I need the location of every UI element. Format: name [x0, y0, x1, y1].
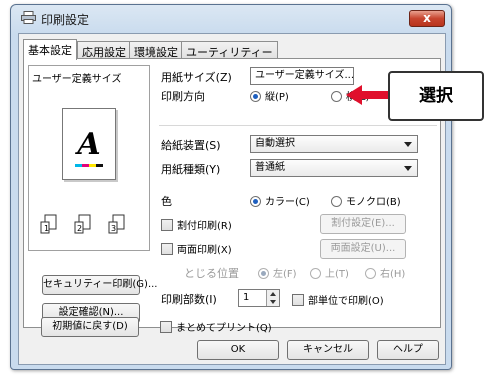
media-type-value: 普通紙	[255, 162, 285, 173]
stepper-arrows[interactable]	[266, 290, 279, 306]
title-bar: 印刷設定 x	[11, 5, 451, 31]
color-label: 色	[161, 195, 172, 208]
checkbox-box	[161, 219, 173, 231]
paper-source-select[interactable]: 自動選択	[250, 135, 418, 153]
chevron-down-icon	[404, 166, 412, 171]
chevron-down-icon	[404, 142, 412, 147]
split-settings-button[interactable]: 割付設定(E)...	[320, 214, 406, 234]
copy-page-3-icon: 3	[108, 214, 125, 234]
svg-text:3: 3	[111, 224, 116, 233]
paper-source-value: 自動選択	[255, 138, 295, 149]
binding-right-label: 右(H)	[380, 269, 406, 280]
orientation-portrait-radio[interactable]: 縦(P)	[250, 88, 289, 103]
copies-stepper[interactable]: 1	[238, 289, 280, 307]
section-divider	[159, 125, 437, 126]
radio-dot	[250, 196, 261, 207]
bulk-print-label: まとめてプリント(Q)	[176, 323, 272, 334]
binding-top-label: 上(T)	[325, 269, 349, 280]
binding-left-label: 左(F)	[273, 269, 297, 280]
radio-dot	[331, 196, 342, 207]
preview-letter: A	[77, 127, 101, 162]
binding-top-radio[interactable]: 上(T)	[310, 265, 349, 280]
split-print-label: 割付印刷(R)	[177, 221, 232, 232]
tab-advanced[interactable]: 応用設定	[77, 41, 131, 59]
color-color-label: カラー(C)	[265, 197, 310, 208]
binding-position-label: とじる位置	[184, 267, 239, 280]
paper-size-label: 用紙サイズ(Z)	[161, 71, 232, 84]
split-print-checkbox[interactable]: 割付印刷(R)	[161, 217, 232, 232]
print-settings-window: 印刷設定 x 基本設定 応用設定 環境設定 ユーティリティー ユーザー定義サイズ…	[10, 4, 452, 370]
svg-text:1: 1	[44, 224, 49, 233]
reset-defaults-button[interactable]: 初期値に戻す(D)	[41, 317, 139, 337]
window-title: 印刷設定	[41, 13, 90, 27]
paper-preview: A	[62, 108, 116, 180]
color-mono-label: モノクロ(B)	[346, 197, 401, 208]
media-type-label: 用紙種類(Y)	[161, 163, 221, 176]
copies-label: 印刷部数(I)	[161, 293, 217, 306]
arrow-up-icon	[270, 292, 276, 296]
orientation-label: 印刷方向	[161, 90, 205, 103]
bulk-print-checkbox[interactable]: まとめてプリント(Q)	[160, 319, 272, 334]
duplex-settings-button[interactable]: 両面設定(U)...	[320, 239, 406, 259]
checkbox-box	[161, 243, 173, 255]
paper-size-button[interactable]: ユーザー定義サイズ...	[250, 67, 354, 85]
duplex-print-label: 両面印刷(X)	[177, 245, 232, 256]
checkbox-box	[160, 321, 172, 333]
radio-dot	[310, 268, 321, 279]
checkbox-box	[292, 294, 304, 306]
collate-checkbox[interactable]: 部単位で印刷(O)	[292, 292, 384, 307]
tab-basic[interactable]: 基本設定	[23, 39, 77, 60]
radio-dot	[258, 268, 269, 279]
arrow-down-icon	[270, 300, 276, 304]
radio-dot	[331, 91, 342, 102]
cmyk-bar	[75, 164, 103, 167]
callout-arrow-icon	[346, 85, 390, 105]
paper-source-label: 給紙装置(S)	[161, 139, 221, 152]
tab-environment[interactable]: 環境設定	[129, 41, 183, 59]
orientation-portrait-label: 縦(P)	[265, 92, 289, 103]
color-mono-radio[interactable]: モノクロ(B)	[331, 193, 401, 208]
close-button[interactable]: x	[409, 10, 445, 27]
security-print-button[interactable]: セキュリティー印刷(G)...	[42, 275, 158, 295]
svg-text:2: 2	[77, 224, 82, 233]
radio-dot	[250, 91, 261, 102]
duplex-print-checkbox[interactable]: 両面印刷(X)	[161, 241, 232, 256]
dialog-client: 基本設定 応用設定 環境設定 ユーティリティー ユーザー定義サイズ A 1 2 …	[18, 33, 446, 365]
printer-icon	[21, 11, 36, 24]
media-type-select[interactable]: 普通紙	[250, 159, 418, 177]
copy-page-2-icon: 2	[74, 214, 91, 234]
copy-page-1-icon: 1	[40, 214, 57, 234]
tab-utility[interactable]: ユーティリティー	[181, 41, 278, 59]
annotation-callout: 選択	[388, 71, 484, 121]
radio-dot	[365, 268, 376, 279]
preview-size-label: ユーザー定義サイズ	[32, 74, 122, 85]
preview-box: ユーザー定義サイズ A 1 2 3	[28, 65, 150, 251]
help-button[interactable]: ヘルプ	[377, 340, 439, 360]
collate-label: 部単位で印刷(O)	[308, 296, 384, 307]
cancel-button[interactable]: キャンセル	[287, 340, 369, 360]
ok-button[interactable]: OK	[197, 340, 279, 360]
binding-right-radio[interactable]: 右(H)	[365, 265, 405, 280]
copies-value: 1	[243, 292, 250, 303]
color-color-radio[interactable]: カラー(C)	[250, 193, 310, 208]
binding-left-radio[interactable]: 左(F)	[258, 265, 297, 280]
